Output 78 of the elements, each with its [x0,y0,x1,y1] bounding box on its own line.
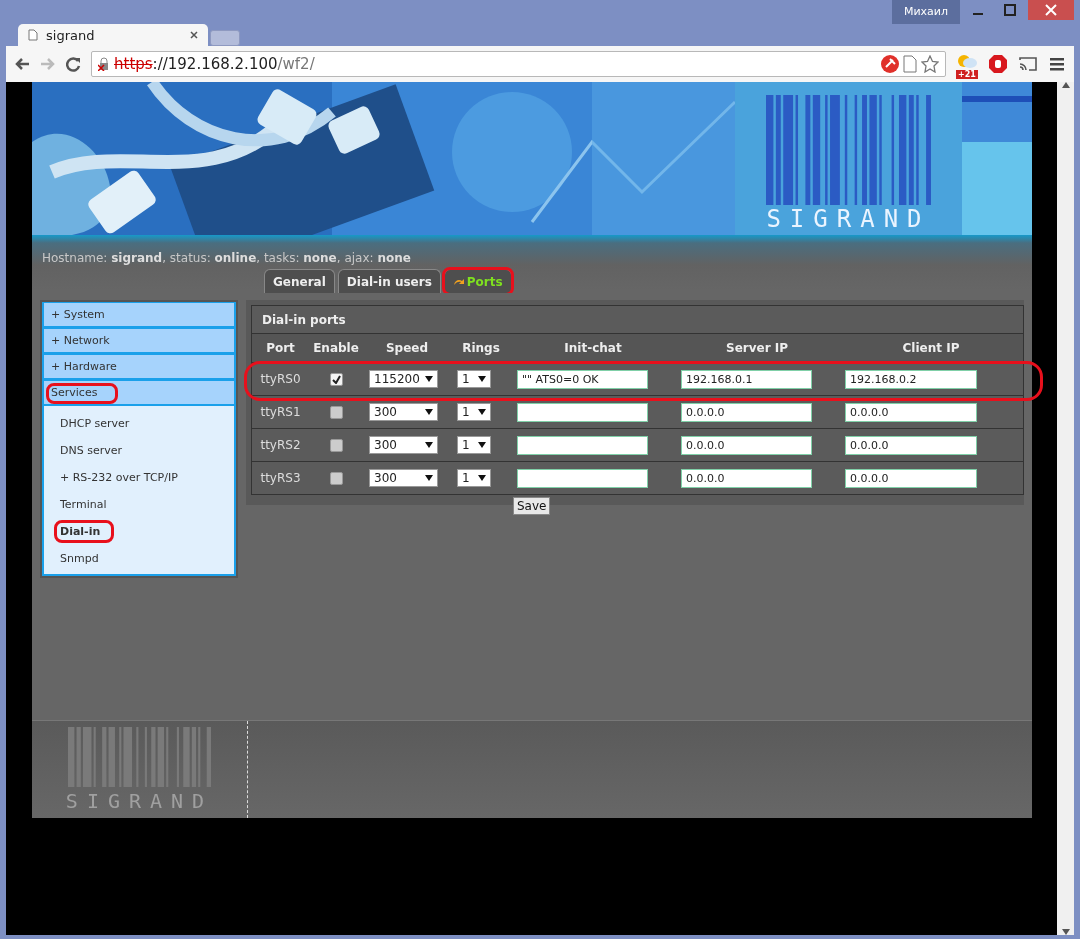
menu-item[interactable]: Terminal [44,491,234,518]
column-header: Client IP [901,341,961,355]
lock-icon [98,57,110,71]
server-ip-field[interactable]: 0.0.0.0 [681,468,812,488]
back-icon[interactable] [14,57,30,71]
column-header: Rings [461,341,501,355]
browser-tab[interactable]: sigrand [18,24,208,46]
rings-select[interactable]: 1 [457,469,491,487]
logo-text: SIGRAND [766,205,931,233]
menu-group[interactable]: + Hardware [42,354,236,380]
menu-group[interactable]: + Network [42,328,236,354]
column-header: Server IP [725,341,789,355]
page-tab[interactable]: Ports [443,269,512,293]
document-icon[interactable] [903,55,917,73]
menu-item[interactable]: Snmpd [44,545,234,572]
speed-select[interactable]: 300 [369,403,438,421]
rings-select[interactable]: 1 [457,370,491,388]
enable-checkbox[interactable] [329,438,343,452]
init-chat-field[interactable] [517,435,648,455]
menu-group[interactable]: Services [42,380,236,406]
menu-item[interactable]: + RS-232 over TCP/IP [44,464,234,491]
port-name: ttyRS1 [259,405,302,419]
rings-select[interactable]: 1 [457,403,491,421]
page-icon [28,29,38,41]
server-ip-field[interactable]: 0.0.0.0 [681,435,812,455]
column-header: Port [265,341,296,355]
caret-icon [425,475,433,481]
port-name: ttyRS0 [259,372,302,386]
cast-icon[interactable] [1018,56,1038,72]
menu-item[interactable]: DNS server [44,437,234,464]
client-ip-field[interactable]: 192.168.0.2 [845,369,977,389]
scroll-down-icon[interactable] [1061,929,1070,935]
page-tab[interactable]: Dial-in users [337,269,441,293]
port-name: ttyRS3 [259,471,302,485]
speed-select[interactable]: 300 [369,469,438,487]
init-chat-field[interactable] [517,468,648,488]
server-ip-field[interactable]: 0.0.0.0 [681,402,812,422]
logo-text: SIGRAND [65,788,214,813]
enable-checkbox[interactable] [329,372,343,386]
client-ip-field[interactable]: 0.0.0.0 [845,435,977,455]
star-icon[interactable] [921,55,939,73]
stop-hand-icon[interactable] [988,54,1008,74]
menu-item[interactable]: DHCP server [44,410,234,437]
caret-icon [478,409,486,415]
weather-badge: +21 [956,70,978,79]
menu-icon[interactable] [1048,55,1066,73]
scrollbar[interactable] [1057,82,1074,935]
caret-icon [425,376,433,382]
enable-checkbox[interactable] [329,405,343,419]
menu-item[interactable]: Dial-in [44,518,234,545]
server-ip-field[interactable]: 192.168.0.1 [681,369,812,389]
caret-icon [478,442,486,448]
menu-group[interactable]: + System [42,302,236,328]
port-name: ttyRS2 [259,438,302,452]
speed-select[interactable]: 115200 [369,370,438,388]
status-line: Hostname: sigrand, status: online, tasks: none, ajax: none [41,251,412,265]
url-text[interactable]: https://192.168.2.100/wf2/ [114,55,315,73]
column-header: Enable [312,341,360,355]
caret-icon [425,442,433,448]
init-chat-field[interactable]: "" ATS0=0 OK [517,369,648,389]
client-ip-field[interactable]: 0.0.0.0 [845,468,977,488]
init-chat-field[interactable] [517,402,648,422]
caret-icon [425,409,433,415]
client-ip-field[interactable]: 0.0.0.0 [845,402,977,422]
save-button[interactable]: Save [513,497,551,515]
rings-select[interactable]: 1 [457,436,491,454]
reload-icon[interactable] [66,56,81,72]
caret-icon [478,475,486,481]
column-header: Speed [384,341,430,355]
page-tab[interactable]: General [264,269,335,293]
plug-icon[interactable] [881,55,899,73]
caret-icon [478,376,486,382]
speed-select[interactable]: 300 [369,436,438,454]
column-header: Init-chat [563,341,623,355]
enable-checkbox[interactable] [329,471,343,485]
close-icon[interactable] [1028,0,1074,20]
close-icon[interactable] [190,31,198,39]
user-name[interactable]: Михаил [891,0,960,24]
